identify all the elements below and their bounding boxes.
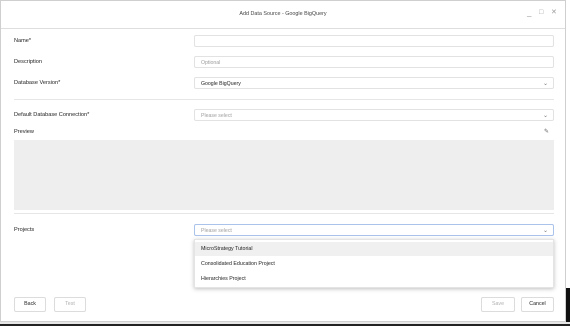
- chevron-down-icon: ⌄: [542, 228, 548, 234]
- cancel-button[interactable]: Cancel: [521, 297, 554, 312]
- default-connection-label: Default Database Connection*: [14, 112, 90, 118]
- chevron-down-icon: ⌄: [542, 81, 548, 87]
- chevron-down-icon: ⌄: [542, 113, 548, 119]
- projects-dropdown: MicroStrategy Tutorial Consolidated Educ…: [194, 239, 554, 288]
- database-version-select[interactable]: Google BigQuery ⌄: [194, 77, 554, 89]
- description-placeholder: Optional: [201, 60, 221, 66]
- dialog-title: Add Data Source - Google BigQuery: [239, 11, 327, 17]
- save-button[interactable]: Save: [481, 297, 515, 312]
- add-data-source-dialog: Add Data Source - Google BigQuery _ □ ✕ …: [0, 0, 566, 322]
- projects-select[interactable]: Please select ⌄: [194, 224, 554, 236]
- preview-label: Preview: [14, 129, 34, 135]
- window-edge: [566, 288, 570, 326]
- project-option[interactable]: MicroStrategy Tutorial: [195, 242, 553, 256]
- back-button[interactable]: Back: [14, 297, 46, 312]
- test-button[interactable]: Test: [54, 297, 86, 312]
- name-input[interactable]: [194, 35, 554, 47]
- restore-icon[interactable]: □: [539, 8, 543, 18]
- database-version-label: Database Version*: [14, 80, 61, 86]
- projects-label: Projects: [14, 227, 35, 233]
- project-option[interactable]: Hierarchies Project: [195, 272, 553, 286]
- default-connection-select[interactable]: Please select ⌄: [194, 109, 554, 121]
- pencil-icon[interactable]: ✎: [544, 128, 549, 135]
- divider: [14, 99, 554, 100]
- description-input[interactable]: Optional: [194, 56, 554, 68]
- description-label: Description: [14, 59, 42, 65]
- project-option[interactable]: Consolidated Education Project: [195, 257, 553, 271]
- projects-placeholder: Please select: [201, 228, 232, 234]
- minimize-icon[interactable]: _: [527, 8, 531, 18]
- default-connection-placeholder: Please select: [201, 113, 232, 119]
- close-icon[interactable]: ✕: [551, 8, 557, 18]
- divider: [14, 213, 554, 214]
- preview-area: [14, 140, 554, 210]
- title-bar: Add Data Source - Google BigQuery _ □ ✕: [1, 1, 565, 29]
- database-version-value: Google BigQuery: [201, 81, 241, 87]
- name-label: Name*: [14, 38, 32, 44]
